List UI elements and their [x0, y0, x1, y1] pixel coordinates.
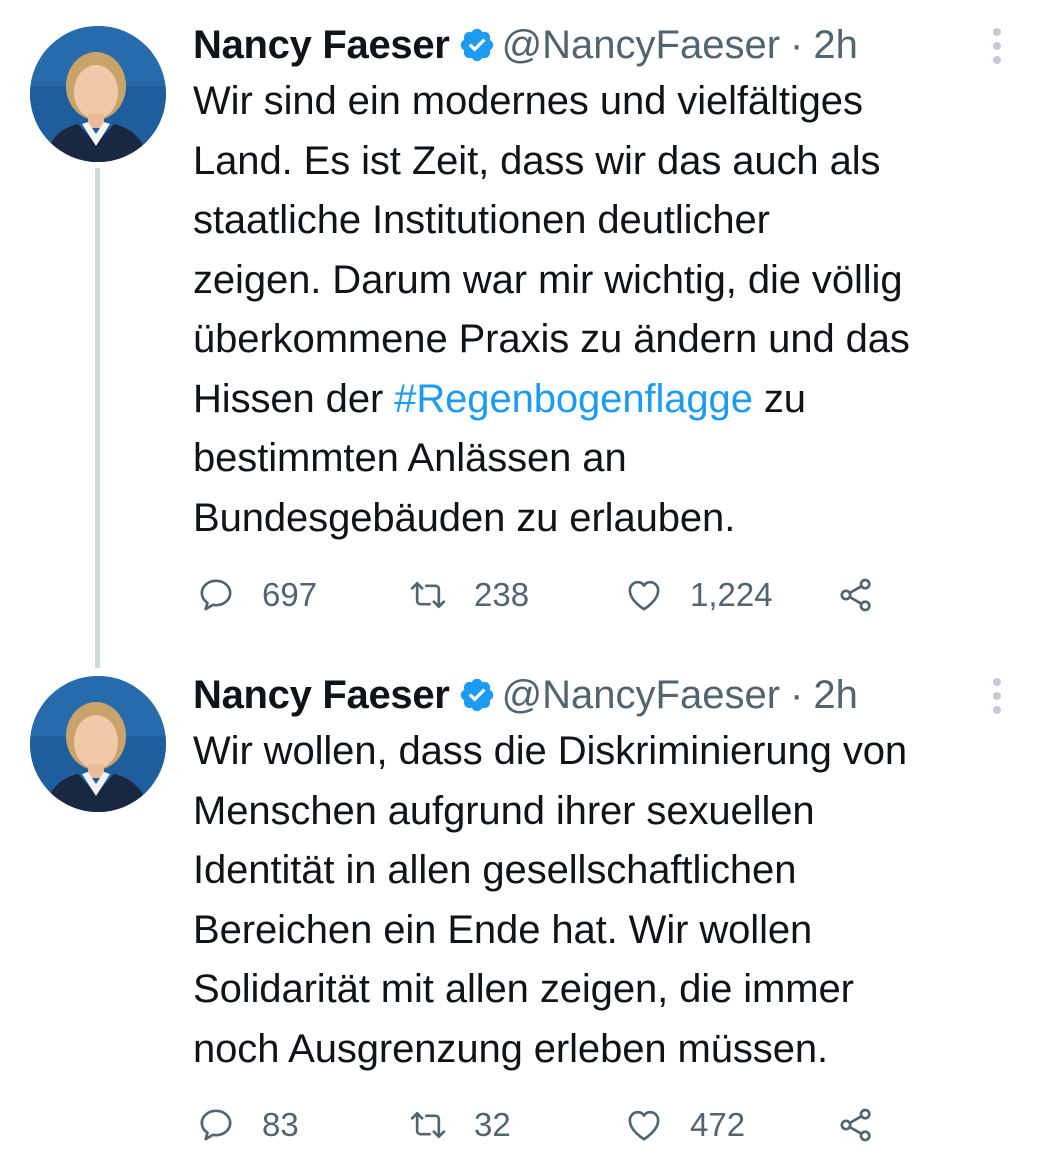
timestamp[interactable]: 2h [813, 23, 858, 68]
like-icon [628, 580, 660, 611]
retweet-icon [410, 1112, 446, 1138]
reply-icon [200, 1109, 232, 1141]
tweet-text: Wir wollen, dass die Diskriminierung von… [193, 729, 908, 1071]
verified-badge-icon [460, 678, 493, 712]
handle[interactable]: @NancyFaeser [502, 23, 780, 68]
reply-count: 83 [262, 1106, 299, 1143]
display-name[interactable]: Nancy Faeser [193, 673, 450, 718]
verified-badge-icon [460, 28, 493, 62]
reply-button[interactable]: 697 [196, 575, 408, 615]
like-count: 1,224 [690, 576, 773, 613]
handle[interactable]: @NancyFaeser [502, 673, 780, 718]
retweet-button[interactable]: 238 [408, 575, 624, 615]
timestamp[interactable]: 2h [813, 673, 858, 718]
avatar[interactable] [30, 26, 166, 162]
like-button[interactable]: 1,224 [624, 575, 836, 615]
retweet-button[interactable]: 32 [408, 1105, 624, 1145]
like-count: 472 [690, 1106, 746, 1143]
more-options-icon[interactable] [988, 26, 1006, 66]
reply-button[interactable]: 83 [196, 1105, 408, 1145]
hashtag-link[interactable]: #Regenbogenflagge [394, 377, 753, 421]
tweet-text: Wir sind ein modernes und vielfältiges L… [193, 72, 1013, 548]
avatar-photo [30, 26, 166, 162]
like-icon [628, 1110, 660, 1141]
reply-count: 697 [262, 576, 318, 613]
tweet-actions: 697 238 1,224 [196, 570, 876, 620]
tweet[interactable]: Nancy Faeser @NancyFaeser · 2h Wir wolle… [0, 650, 1050, 1176]
reply-icon [200, 579, 232, 611]
share-button[interactable] [836, 575, 876, 615]
like-button[interactable]: 472 [624, 1105, 836, 1145]
tweet-header: Nancy Faeser @NancyFaeser · 2h [193, 668, 858, 722]
more-options-icon[interactable] [988, 676, 1006, 716]
retweet-count: 32 [474, 1106, 511, 1143]
tweet[interactable]: Nancy Faeser @NancyFaeser · 2h Wir sind … [0, 0, 1050, 668]
display-name[interactable]: Nancy Faeser [193, 23, 450, 68]
share-icon [840, 578, 871, 612]
separator-dot: · [790, 672, 804, 717]
avatar[interactable] [30, 676, 166, 812]
tweet-header: Nancy Faeser @NancyFaeser · 2h [193, 18, 858, 72]
retweet-icon [410, 582, 446, 608]
share-icon [840, 1108, 871, 1142]
separator-dot: · [790, 22, 804, 67]
share-button[interactable] [836, 1105, 876, 1145]
retweet-count: 238 [474, 576, 530, 613]
tweet-actions: 83 32 472 [196, 1100, 876, 1150]
avatar-photo [30, 676, 166, 812]
tweet-text-part: Wir sind ein modernes und vielfältiges L… [193, 79, 910, 421]
thread-line [95, 168, 100, 668]
